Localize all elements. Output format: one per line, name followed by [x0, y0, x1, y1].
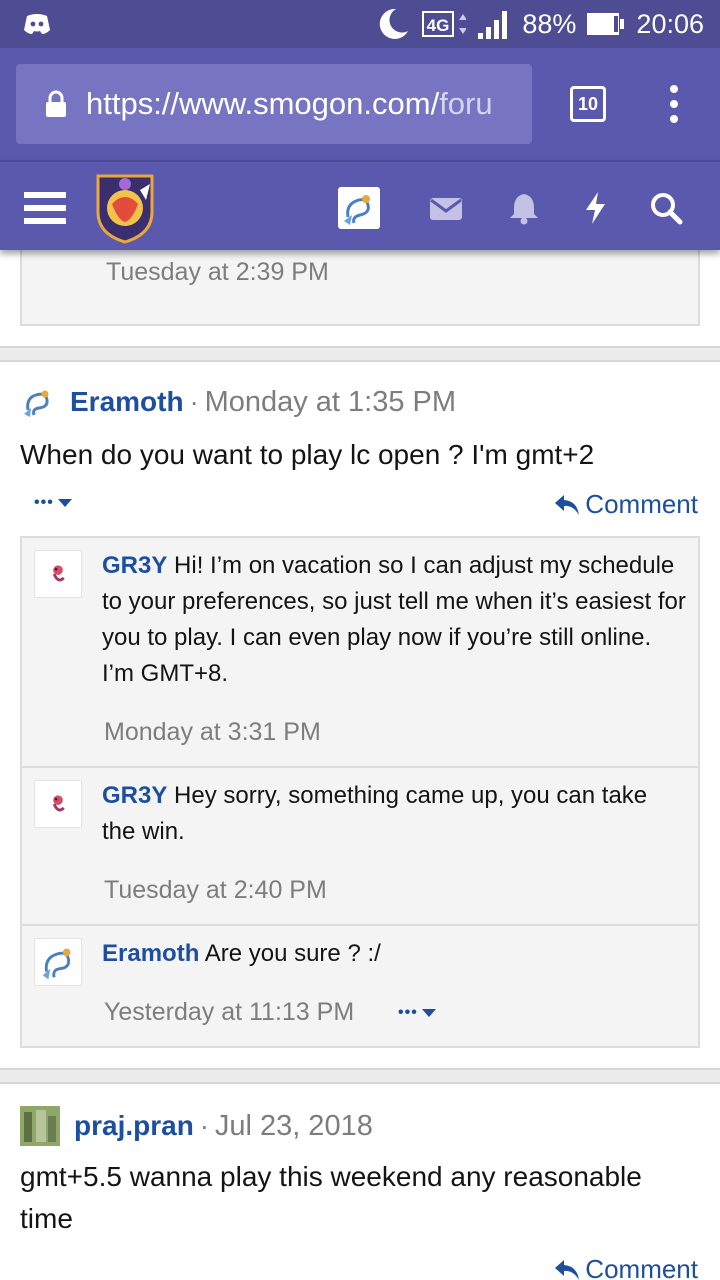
- comment-text: GR3Y Hi! I’m on vacation so I can adjust…: [102, 548, 686, 692]
- comment-body: Hey sorry, something came up, you can ta…: [102, 782, 648, 845]
- comment-item: GR3Y Hi! I’m on vacation so I can adjust…: [22, 538, 698, 768]
- comment-label: Comment: [585, 489, 698, 519]
- post-time[interactable]: Jul 23, 2018: [215, 1110, 373, 1143]
- separator-dot: ·: [189, 386, 199, 417]
- address-bar[interactable]: https://www.smogon.com/foru: [16, 64, 532, 144]
- comment-username[interactable]: GR3Y: [102, 552, 167, 579]
- comment-text: GR3Y Hey sorry, something came up, you c…: [102, 778, 686, 850]
- content-area: Tuesday at 2:39 PM Eramoth · Monday at 1…: [0, 250, 720, 1280]
- post-divider: [0, 346, 720, 362]
- user-avatar-icon[interactable]: [20, 1106, 60, 1146]
- post-username[interactable]: Eramoth: [70, 386, 184, 418]
- comment-timestamp[interactable]: Tuesday at 2:40 PM: [104, 876, 327, 905]
- reply-arrow-icon: [555, 494, 580, 515]
- bell-icon[interactable]: [506, 190, 542, 226]
- user-avatar-icon[interactable]: [34, 780, 82, 828]
- separator-dot: ·: [199, 1110, 209, 1141]
- previous-comment-block: Tuesday at 2:39 PM: [20, 250, 700, 326]
- comment-username[interactable]: GR3Y: [102, 782, 167, 809]
- smogon-logo-icon[interactable]: [94, 170, 156, 244]
- tab-count: 10: [577, 93, 599, 114]
- comment-timestamp[interactable]: Yesterday at 11:13 PM: [104, 998, 354, 1027]
- post-message: gmt+5.5 wanna play this weekend any reas…: [20, 1161, 642, 1234]
- user-avatar-icon[interactable]: [34, 550, 82, 598]
- post-time[interactable]: Monday at 1:35 PM: [205, 386, 456, 419]
- search-icon[interactable]: [648, 190, 684, 226]
- battery-icon: [587, 13, 625, 35]
- caret-down-icon: [57, 499, 72, 507]
- comment-thread: GR3Y Hi! I’m on vacation so I can adjust…: [20, 536, 700, 1048]
- clock: 20:06: [636, 8, 704, 39]
- comment-body: Hi! I’m on vacation so I can adjust my s…: [102, 552, 686, 687]
- user-avatar-icon[interactable]: [338, 187, 380, 229]
- more-options-button[interactable]: •••: [34, 494, 72, 512]
- comment-item: Eramoth Are you sure ? :/ Yesterday at 1…: [22, 926, 698, 1046]
- url-faded: foru: [439, 86, 493, 121]
- more-dots: •••: [398, 1004, 418, 1021]
- browser-toolbar: https://www.smogon.com/foru 10: [0, 48, 720, 160]
- battery-percent: 88%: [522, 8, 577, 39]
- comment-text: Eramoth Are you sure ? :/: [102, 936, 686, 972]
- signal-strength-icon: [478, 11, 508, 39]
- comment-body: Are you sure ? :/: [204, 940, 381, 967]
- site-navigation: [0, 160, 720, 250]
- network-type: 4G: [427, 16, 450, 35]
- status-bar: 4G 88% 20:06: [0, 0, 720, 48]
- post-header: praj.pran · Jul 23, 2018: [20, 1106, 373, 1146]
- caret-down-icon: [421, 1009, 436, 1017]
- tab-switcher-button[interactable]: 10: [570, 86, 606, 122]
- comment-button[interactable]: Comment: [553, 489, 698, 520]
- comment-item: GR3Y Hey sorry, something came up, you c…: [22, 768, 698, 926]
- user-avatar-icon[interactable]: [34, 938, 82, 986]
- mail-icon[interactable]: [428, 190, 464, 226]
- network-4g-icon: 4G: [422, 11, 467, 37]
- hamburger-menu-icon[interactable]: [24, 190, 66, 226]
- post-header: Eramoth · Monday at 1:35 PM: [20, 384, 456, 420]
- reply-arrow-icon: [555, 1259, 580, 1280]
- comment-button[interactable]: Comment: [553, 1254, 698, 1280]
- url-text: https://www.smogon.com/foru: [86, 86, 493, 122]
- discord-notification-icon: [24, 14, 50, 34]
- post-message: When do you want to play lc open ? I'm g…: [20, 439, 595, 470]
- post-username[interactable]: praj.pran: [74, 1110, 194, 1142]
- post-divider: [0, 1068, 720, 1084]
- lightning-bolt-icon[interactable]: [578, 190, 614, 226]
- comment-label: Comment: [585, 1254, 698, 1280]
- user-avatar-icon[interactable]: [20, 384, 56, 420]
- more-options-button[interactable]: •••: [398, 1004, 436, 1022]
- comment-timestamp[interactable]: Monday at 3:31 PM: [104, 718, 321, 747]
- do-not-disturb-moon-icon: [380, 8, 409, 39]
- url-main: https://www.smogon.com/: [86, 86, 440, 121]
- lock-icon: [46, 90, 66, 117]
- browser-menu-icon[interactable]: [664, 84, 684, 124]
- comment-username[interactable]: Eramoth: [102, 940, 199, 967]
- more-dots: •••: [34, 494, 54, 511]
- comment-timestamp: Tuesday at 2:39 PM: [106, 258, 329, 286]
